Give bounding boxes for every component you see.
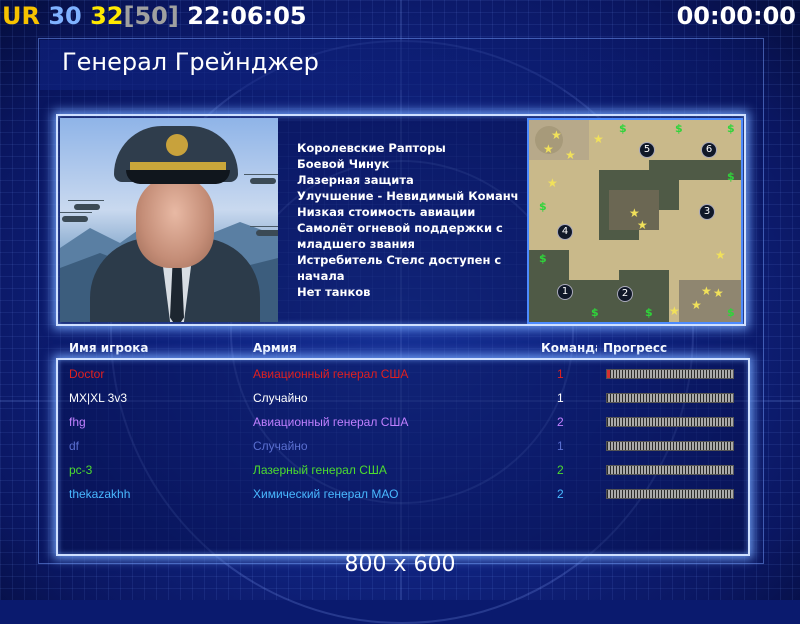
player-name: Doctor: [69, 367, 105, 381]
player-army: Случайно: [253, 391, 308, 405]
player-team: 1: [557, 391, 564, 405]
hud-ur-label: UR: [2, 2, 40, 30]
star-icon: ★: [691, 298, 702, 312]
player-army: Случайно: [253, 439, 308, 453]
player-progress-bar: [606, 489, 734, 499]
bonus-item: Улучшение - Невидимый Команч: [297, 189, 519, 203]
header-progress: Прогресс: [603, 341, 668, 355]
star-icon: ★: [637, 218, 648, 232]
header-team: Команда: [541, 341, 597, 355]
player-progress-bar: [606, 393, 734, 403]
portrait-cap-braid: [130, 162, 226, 170]
player-team: 2: [557, 415, 564, 429]
bonus-item: Низкая стоимость авиации: [297, 205, 476, 219]
player-progress-bar: [606, 441, 734, 451]
hud-stats: UR 30 32[50] 22:06:05: [2, 0, 307, 30]
hud-fps: 30: [48, 2, 82, 30]
helicopter-icon: [68, 200, 104, 210]
bonus-item: Боевой Чинук: [297, 157, 390, 171]
star-icon: ★: [547, 176, 558, 190]
player-progress-bar: [606, 369, 734, 379]
player-army: Химический генерал МАО: [253, 487, 399, 501]
player-progress-bar: [606, 465, 734, 475]
bonus-item: младшего звания: [297, 237, 415, 251]
player-progress-bar: [606, 417, 734, 427]
hud-fps-limit: 32: [90, 2, 124, 30]
bonus-item: начала: [297, 269, 345, 283]
player-name: MX|XL 3v3: [69, 391, 128, 405]
money-icon: $: [675, 122, 683, 135]
player-row: Doctor Авиационный генерал США 1: [0, 366, 800, 390]
star-icon: ★: [565, 148, 576, 162]
player-row: df Случайно 1: [0, 438, 800, 462]
player-name: pc-3: [69, 463, 93, 477]
money-icon: $: [727, 306, 735, 319]
start-slot-1[interactable]: 1: [557, 284, 573, 300]
start-slot-6[interactable]: 6: [701, 142, 717, 158]
player-army: Лазерный генерал США: [253, 463, 387, 477]
bonus-item: Королевские Рапторы: [297, 141, 446, 155]
money-icon: $: [727, 122, 735, 135]
star-icon: ★: [593, 132, 604, 146]
bonus-item: Истребитель Стелс доступен с: [297, 253, 502, 267]
star-icon: ★: [715, 248, 726, 262]
start-slot-2[interactable]: 2: [617, 286, 633, 302]
player-team: 1: [557, 439, 564, 453]
minimap: ★ ★ ★ ★ ★ ★ ★ ★ ★ ★ ★ ★ $ $ $ $ $ $ $ $ …: [527, 118, 743, 324]
player-team: 2: [557, 463, 564, 477]
general-portrait: [60, 118, 278, 322]
star-icon: ★: [713, 286, 724, 300]
star-icon: ★: [669, 304, 680, 318]
cap-eagle-badge-icon: [166, 134, 188, 156]
player-row: thekazakhh Химический генерал МАО 2: [0, 486, 800, 510]
star-icon: ★: [701, 284, 712, 298]
helicopter-icon: [244, 174, 278, 184]
star-icon: ★: [551, 128, 562, 142]
player-team: 1: [557, 367, 564, 381]
money-icon: $: [539, 200, 547, 213]
player-name: thekazakhh: [69, 487, 131, 501]
money-icon: $: [591, 306, 599, 319]
player-team: 2: [557, 487, 564, 501]
helicopter-icon: [250, 226, 278, 236]
money-icon: $: [727, 170, 735, 183]
money-icon: $: [619, 122, 627, 135]
portrait-cap-visor: [126, 170, 230, 184]
star-icon: ★: [543, 142, 554, 156]
bonus-item: Лазерная защита: [297, 173, 414, 187]
bonus-item: Самолёт огневой поддержки с: [297, 221, 503, 235]
player-name: df: [69, 439, 80, 453]
header-player-name: Имя игрока: [69, 341, 149, 355]
hud-clock: 22:06:05: [187, 2, 307, 30]
player-army: Авиационный генерал США: [253, 367, 409, 381]
player-row: fhg Авиационный генерал США 2: [0, 414, 800, 438]
player-progress-fill: [607, 370, 610, 378]
start-slot-3[interactable]: 3: [699, 204, 715, 220]
bonus-item: Нет танков: [297, 285, 371, 299]
money-icon: $: [539, 252, 547, 265]
resolution-label: 800 x 600: [344, 552, 456, 577]
hud-fps-max: [50]: [123, 2, 179, 30]
player-army: Авиационный генерал США: [253, 415, 409, 429]
start-slot-5[interactable]: 5: [639, 142, 655, 158]
player-name: fhg: [69, 415, 86, 429]
money-icon: $: [645, 306, 653, 319]
player-row: MX|XL 3v3 Случайно 1: [0, 390, 800, 414]
player-row: pc-3 Лазерный генерал США 2: [0, 462, 800, 486]
portrait-face: [136, 176, 214, 268]
start-slot-4[interactable]: 4: [557, 224, 573, 240]
hud-game-timer: 00:00:00: [676, 2, 796, 30]
general-bonus-list: Королевские Рапторы Боевой Чинук Лазерна…: [297, 140, 521, 300]
helicopter-icon: [60, 212, 92, 222]
header-army: Армия: [253, 341, 297, 355]
general-title: Генерал Грейнджер: [62, 48, 319, 76]
